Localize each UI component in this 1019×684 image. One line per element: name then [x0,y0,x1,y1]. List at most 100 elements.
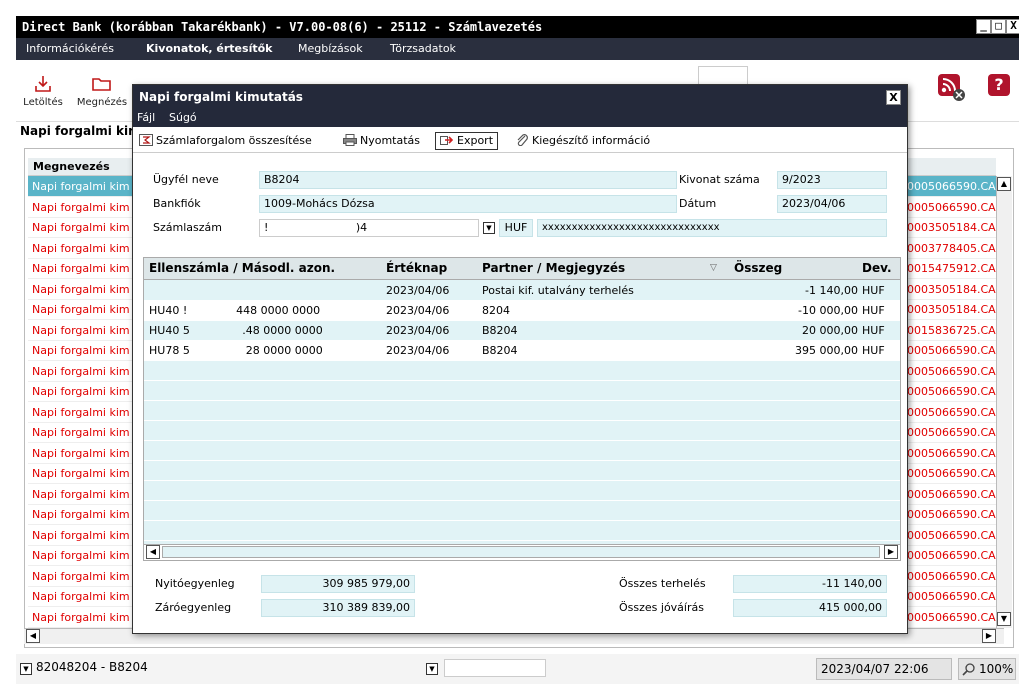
account-number-field[interactable]: ! )4 [259,219,479,237]
list-row-name[interactable]: Napi forgalmi kim [28,361,146,382]
print-button[interactable]: Nyomtatás [343,133,420,151]
account-selector[interactable]: 82048204 - B8204 [36,660,148,674]
list-row-name[interactable]: Napi forgalmi kim [28,238,146,259]
list-row-name[interactable]: Napi forgalmi kim [28,566,146,587]
list-row-name[interactable]: Napi forgalmi kim [28,443,146,464]
scroll-down-button[interactable]: ▼ [997,612,1011,626]
help-icon[interactable]: ? [988,74,1010,96]
grid-row[interactable]: 2023/04/06 Postai kif. utalvány terhelés -… [144,281,900,301]
list-row-account[interactable]: 0005066590.CA [907,545,996,566]
list-row-account[interactable]: 0005066590.CA [907,422,996,443]
list-row-account[interactable]: 0005066590.CA [907,176,996,197]
account-dropdown-icon[interactable]: ▼ [483,222,495,234]
list-row-account[interactable]: 0005066590.CA [907,463,996,484]
cell-amount: 395 000,00 [795,344,858,357]
extra-info-button[interactable]: Kiegészítő információ [515,133,650,151]
download-label: Letöltés [23,97,63,108]
list-row-name[interactable]: Napi forgalmi kim [28,525,146,546]
menu-informaciokeres[interactable]: Információkérés [26,38,114,60]
list-row-name[interactable]: Napi forgalmi kim [28,258,146,279]
dialog-menu-bar: Fájl Súgó [133,109,907,127]
list-row-name[interactable]: Napi forgalmi kim [28,299,146,320]
dialog-close-button[interactable]: X [886,90,901,105]
list-row-name[interactable]: Napi forgalmi kim [28,197,146,218]
menu-kivonatok[interactable]: Kivonatok, értesítők [146,38,272,60]
list-row-name[interactable]: Napi forgalmi kim [28,545,146,566]
list-row-account[interactable]: 0005066590.CA [907,484,996,505]
cell-currency: HUF [862,324,885,337]
list-row-name[interactable]: Napi forgalmi kim [28,217,146,238]
scroll-up-button[interactable]: ▲ [997,177,1011,191]
scroll-right-button[interactable]: ▶ [982,629,996,643]
sort-filter-icon[interactable]: ▽ [710,263,717,273]
download-button[interactable]: Letöltés [20,74,66,108]
list-row-name[interactable]: Napi forgalmi kim [28,320,146,341]
folder-icon [92,78,111,91]
view-button[interactable]: Megnézés [72,74,132,108]
grid-scroll-right[interactable]: ▶ [884,545,898,559]
col-value-date[interactable]: Értéknap [386,261,447,275]
menu-megbizasok[interactable]: Megbízások [298,38,363,60]
list-row-name[interactable]: Napi forgalmi kim [28,402,146,423]
maximize-button[interactable]: □ [991,19,1006,34]
list-row-name[interactable]: Napi forgalmi kim [28,607,146,628]
rss-off-icon[interactable] [936,72,966,105]
grid-scroll-left[interactable]: ◀ [146,545,160,559]
list-row-name[interactable]: Napi forgalmi kim [28,422,146,443]
close-button[interactable]: X [1006,19,1019,34]
list-row-account[interactable]: 0003505184.CA [907,279,996,300]
list-row-account[interactable]: 0005066590.CA [907,197,996,218]
list-row-name[interactable]: Napi forgalmi kim [28,484,146,505]
list-row-name[interactable]: Napi forgalmi kim [28,463,146,484]
zoom-level[interactable]: 100% [958,658,1016,680]
scroll-left-button[interactable]: ◀ [26,629,40,643]
list-row-name[interactable]: Napi forgalmi kim [28,586,146,607]
dialog-menu-file[interactable]: Fájl [137,111,155,124]
list-row-account[interactable]: 0005066590.CA [907,361,996,382]
dialog-title-bar[interactable]: Napi forgalmi kimutatás X [133,85,907,109]
secondary-field[interactable] [444,659,546,677]
cell-partner: B8204 [482,324,518,337]
currency-field: HUF [499,219,533,237]
status-datetime: 2023/04/07 22:06 [816,658,952,680]
list-row-account[interactable]: 0015836725.CA [907,320,996,341]
list-row-account[interactable]: 0005066590.CA [907,340,996,361]
list-row-account[interactable]: 0005066590.CA [907,566,996,587]
summary-button[interactable]: Számlaforgalom összesítése [139,133,312,151]
list-header-right [907,158,996,176]
dialog-menu-help[interactable]: Súgó [169,111,197,124]
account-dropdown-button[interactable]: ▼ [20,663,32,675]
col-partner[interactable]: Partner / Megjegyzés [482,261,625,275]
list-row-account[interactable]: 0015475912.CA [907,258,996,279]
dialog-title: Napi forgalmi kimutatás [139,90,303,104]
col-amount[interactable]: Összeg [734,261,782,275]
export-button[interactable]: Export [435,132,499,150]
list-row-name[interactable]: Napi forgalmi kim [28,279,146,300]
list-row-account[interactable]: 0003505184.CA [907,299,996,320]
grid-row[interactable]: HU40 5 .48 0000 0000 2023/04/06 B8204 20 00… [144,321,900,341]
list-row-account[interactable]: 0005066590.CA [907,381,996,402]
list-row-name[interactable]: Napi forgalmi kim [28,340,146,361]
list-row-account[interactable]: 0003505184.CA [907,217,996,238]
col-counter-account[interactable]: Ellenszámla / Másodl. azon. [149,261,335,275]
menu-torzsadatok[interactable]: Törzsadatok [390,38,456,60]
minimize-button[interactable]: _ [976,19,991,34]
grid-row[interactable]: HU40 ! 448 0000 0000 2023/04/06 8204 -10 00… [144,301,900,321]
list-row-account[interactable]: 0005066590.CA [907,525,996,546]
col-currency[interactable]: Dev. [862,261,892,275]
grid-row[interactable]: HU78 5 28 0000 0000 2023/04/06 B8204 395 00… [144,341,900,361]
list-row-name[interactable]: Napi forgalmi kim [28,381,146,402]
list-row-account[interactable]: 0003778405.CA [907,238,996,259]
secondary-dropdown-button[interactable]: ▼ [426,663,438,675]
list-row-account[interactable]: 0005066590.CA [907,586,996,607]
grid-horizontal-scrollbar[interactable]: ◀ ▶ [144,544,900,560]
list-row-name[interactable]: Napi forgalmi kim [28,504,146,525]
list-row-account[interactable]: 0005066590.CA [907,402,996,423]
grid-scroll-thumb[interactable] [162,546,880,558]
page-title: Napi forgalmi kir [20,124,135,138]
list-row-account[interactable]: 0005066590.CA [907,504,996,525]
list-row-name[interactable]: Napi forgalmi kim [28,176,146,197]
list-vertical-scrollbar[interactable]: ▲ ▼ [996,176,1012,628]
list-row-account[interactable]: 0005066590.CA [907,443,996,464]
list-row-account[interactable]: 0005066590.CA [907,607,996,628]
